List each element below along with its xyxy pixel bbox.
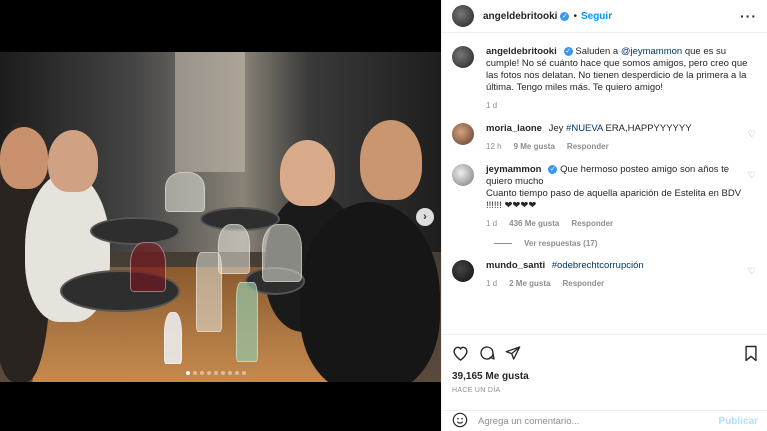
caption-text: Saluden a [575, 46, 621, 57]
caption-username[interactable]: angeldebritooki [486, 46, 557, 57]
comment-username[interactable]: mundo_santi [486, 260, 545, 271]
carousel-dot [242, 371, 246, 375]
comment-bubble-icon[interactable] [479, 345, 495, 361]
share-paper-plane-icon[interactable] [505, 345, 521, 361]
like-comment-heart-icon[interactable]: ♡ [748, 266, 756, 277]
commenter-avatar[interactable] [452, 164, 474, 186]
comment-age: 1 d [486, 219, 498, 228]
hashtag-link[interactable]: #NUEVA [566, 123, 603, 134]
view-replies-label: Ver respuestas (17) [524, 239, 598, 248]
author-avatar[interactable] [452, 46, 474, 68]
comment-likes-link[interactable]: 2 Me gusta [509, 278, 550, 290]
reply-button[interactable]: Responder [571, 218, 613, 230]
comment-input[interactable] [478, 415, 719, 427]
like-comment-heart-icon[interactable]: ♡ [748, 170, 756, 181]
author-username[interactable]: angeldebritooki [483, 11, 557, 22]
emoji-smiley-icon[interactable] [452, 412, 468, 431]
commenter-avatar[interactable] [452, 123, 474, 145]
comment-username[interactable]: jeymammon [486, 164, 541, 175]
comment-item: mundo_santi #odebrechtcorrupción 1 d 2 M… [452, 260, 758, 290]
post-actions: 39,165 Me gusta HACE UN DÍA [442, 334, 767, 394]
caption-age: 1 d [486, 101, 498, 110]
hashtag-link[interactable]: #odebrechtcorrupción [552, 260, 644, 271]
comment-username[interactable]: moria_laone [486, 123, 542, 134]
comment-likes-link[interactable]: 436 Me gusta [509, 218, 559, 230]
carousel-dot [235, 371, 239, 375]
divider [494, 243, 512, 244]
like-heart-icon[interactable] [452, 345, 469, 361]
post-media: › [0, 0, 441, 431]
author-avatar[interactable] [452, 5, 474, 27]
carousel-indicator [186, 371, 246, 375]
caption-mention-link[interactable]: @jeymammon [621, 46, 682, 57]
save-bookmark-icon[interactable] [744, 345, 758, 362]
instagram-post-modal: › angeldebritooki ✓ • Seguir ··· angelde… [0, 0, 767, 431]
carousel-dot [200, 371, 204, 375]
post-photo [0, 52, 441, 382]
carousel-dot [214, 371, 218, 375]
follow-button[interactable]: Seguir [581, 11, 612, 22]
carousel-dot [193, 371, 197, 375]
comment-age: 1 d [486, 279, 498, 288]
carousel-dot [186, 371, 190, 375]
comment-text: Jey [548, 123, 567, 134]
carousel-dot [228, 371, 232, 375]
carousel-dot [207, 371, 211, 375]
post-side-panel: angeldebritooki ✓ • Seguir ··· angeldebr… [441, 0, 767, 431]
comment-text: ERA,HAPPYYYYYY [602, 123, 692, 134]
comment-item: moria_laone Jey #NUEVA ERA,HAPPYYYYYY 12… [452, 123, 758, 153]
verified-badge-icon: ✓ [548, 164, 558, 174]
likes-count[interactable]: 39,165 Me gusta [452, 371, 758, 382]
post-timestamp: HACE UN DÍA [452, 387, 501, 394]
comment-likes-link[interactable]: 9 Me gusta [514, 141, 555, 153]
verified-badge-icon: ✓ [563, 46, 573, 56]
reply-button[interactable]: Responder [562, 278, 604, 290]
verified-badge-icon: ✓ [560, 11, 570, 21]
comment-item: jeymammon ✓ Que hermoso posteo amigo son … [452, 164, 758, 230]
carousel-dot [221, 371, 225, 375]
comment-age: 12 h [486, 142, 502, 151]
publish-button[interactable]: Publicar [719, 416, 758, 427]
add-comment-bar: Publicar [442, 410, 767, 431]
more-options-icon[interactable]: ··· [740, 8, 757, 24]
next-slide-button[interactable]: › [416, 208, 434, 226]
post-header: angeldebritooki ✓ • Seguir ··· [442, 0, 767, 33]
commenter-avatar[interactable] [452, 260, 474, 282]
like-comment-heart-icon[interactable]: ♡ [748, 129, 756, 140]
view-replies-button[interactable]: Ver respuestas (17) [494, 239, 758, 248]
reply-button[interactable]: Responder [567, 141, 609, 153]
post-caption: angeldebritooki ✓ Saluden a @jeymammon qu… [452, 46, 758, 112]
comments-list: angeldebritooki ✓ Saluden a @jeymammon qu… [442, 34, 767, 334]
